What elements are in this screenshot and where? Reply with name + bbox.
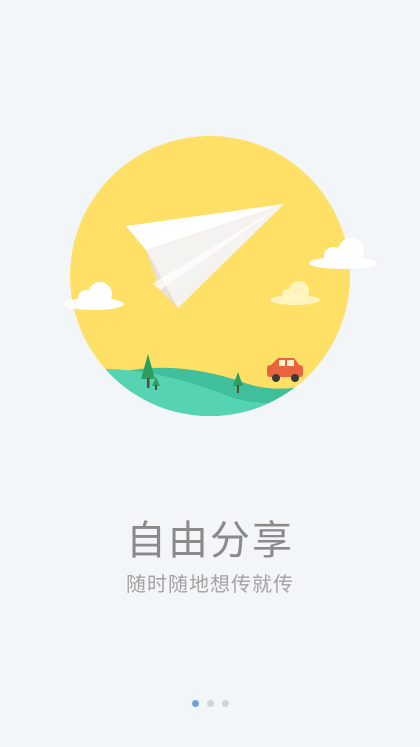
page-indicator xyxy=(0,700,420,707)
page-title: 自由分享 xyxy=(126,518,294,564)
paper-plane-illustration xyxy=(64,136,377,416)
page-indicator-dot-3[interactable] xyxy=(221,700,229,707)
page-indicator-dot-2[interactable] xyxy=(206,700,214,707)
page-subtitle: 随时随地想传就传 xyxy=(126,572,294,596)
page-indicator-dot-1[interactable] xyxy=(191,700,199,707)
onboarding-screen[interactable]: 自由分享 随时随地想传就传 xyxy=(0,0,420,747)
